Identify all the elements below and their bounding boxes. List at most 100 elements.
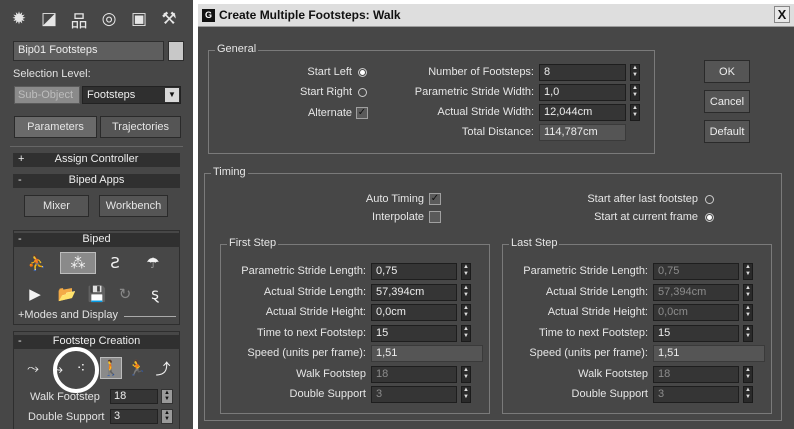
figure-mode-icon[interactable]: ⛹ — [24, 252, 50, 274]
motion-flow-icon[interactable]: Ƨ — [102, 252, 128, 274]
workbench-button[interactable]: Workbench — [99, 195, 168, 217]
first-step-row-spinner[interactable]: ▲ ▼ — [461, 283, 471, 301]
first-step-row-spinner[interactable]: ▲ ▼ — [461, 324, 471, 342]
first-step-row-value[interactable]: 0,75 — [371, 263, 457, 280]
trajectories-tab[interactable]: Trajectories — [100, 116, 181, 138]
footstep-mode-icon[interactable]: ⁂ — [60, 252, 96, 274]
start-at-current-radio[interactable] — [705, 213, 714, 222]
first-step-row-spinner[interactable]: ▲ ▼ — [461, 365, 471, 383]
first-step-row-label: Actual Stride Length: — [263, 285, 366, 298]
display-tab-icon[interactable]: ▣ — [128, 8, 150, 30]
last-step-row-value[interactable]: 0,0cm — [653, 304, 739, 321]
rollout-title: Footstep Creation — [52, 335, 141, 347]
actual-stride-width-field[interactable]: 12,044cm — [539, 104, 626, 121]
first-step-row-value[interactable]: 0,0cm — [371, 304, 457, 321]
mixer-mode-icon[interactable]: ☂ — [140, 252, 166, 274]
last-step-row-spinner[interactable]: ▲ ▼ — [743, 304, 753, 321]
param-stride-width-spinner[interactable]: ▲ ▼ — [630, 84, 640, 101]
sub-object-button[interactable]: Sub-Object — [14, 86, 80, 104]
first-step-row-spinner[interactable]: ▲ ▼ — [461, 386, 471, 403]
start-right-radio[interactable] — [358, 88, 367, 97]
first-step-row-value[interactable]: 18 — [371, 365, 457, 383]
rollout-title: Biped Apps — [68, 174, 125, 186]
save-file-icon[interactable]: 💾 — [84, 283, 110, 305]
walk-footstep-field[interactable]: 18 — [110, 389, 158, 404]
biped-rollout[interactable]: - Biped — [13, 233, 180, 247]
dialog-titlebar[interactable]: G Create Multiple Footsteps: Walk X — [198, 4, 794, 27]
first-step-row-label: Speed (units per frame): — [247, 347, 366, 359]
param-stride-width-field[interactable]: 1,0 — [539, 84, 626, 101]
param-stride-width-label: Parametric Stride Width: — [414, 86, 534, 98]
modify-tab-icon[interactable]: ◪ — [38, 8, 60, 30]
app-logo-icon: G — [202, 9, 215, 22]
motion-tab-icon[interactable]: ◎ — [98, 8, 120, 30]
dialog-title: Create Multiple Footsteps: Walk — [219, 8, 401, 22]
start-after-last-radio[interactable] — [705, 195, 714, 204]
last-step-row-value: 1,51 — [653, 345, 765, 362]
last-step-group-title: Last Step — [509, 237, 560, 249]
double-support-label: Double Support — [28, 411, 105, 423]
first-step-row-value[interactable]: 57,394cm — [371, 283, 457, 301]
footstep-creation-rollout[interactable]: - Footstep Creation — [13, 335, 180, 349]
mixer-button[interactable]: Mixer — [24, 195, 89, 217]
last-step-row-spinner[interactable]: ▲ ▼ — [743, 283, 753, 301]
highlight-circle — [53, 347, 99, 393]
first-step-row-value[interactable]: 15 — [371, 324, 457, 342]
walk-gait-icon[interactable]: 🚶 — [100, 357, 122, 379]
first-step-row-spinner[interactable]: ▲ ▼ — [461, 263, 471, 280]
alternate-checkbox[interactable]: ✓ — [356, 107, 368, 119]
first-step-row-label: Double Support — [289, 388, 366, 400]
general-group-title: General — [215, 43, 259, 55]
run-gait-icon[interactable]: 🏃 — [124, 357, 150, 379]
convert-icon[interactable]: ↻ — [112, 283, 138, 305]
start-left-label: Start Left — [307, 66, 352, 78]
last-step-row-label: Walk Footstep — [578, 367, 648, 380]
double-support-spinner[interactable]: ▲ ▼ — [161, 409, 173, 424]
actual-stride-width-spinner[interactable]: ▲ ▼ — [630, 104, 640, 121]
create-footsteps-append-icon[interactable]: ⤳ — [20, 357, 46, 379]
sub-object-select-value: Footsteps — [87, 89, 136, 101]
hierarchy-tab-icon[interactable]: 品 — [68, 8, 90, 32]
last-step-row-spinner[interactable]: ▲ ▼ — [743, 386, 753, 403]
last-step-row-spinner[interactable]: ▲ ▼ — [743, 365, 753, 383]
assign-controller-rollout[interactable]: + Assign Controller — [13, 153, 180, 167]
last-step-row-label: Time to next Footstep: — [538, 326, 648, 339]
object-color-swatch[interactable] — [168, 41, 184, 61]
first-step-row-label: Actual Stride Height: — [265, 306, 366, 318]
last-step-row-value[interactable]: 15 — [653, 324, 739, 342]
create-multiple-footsteps-dialog: G Create Multiple Footsteps: Walk X Gene… — [198, 4, 794, 429]
last-step-row-spinner[interactable]: ▲ ▼ — [743, 263, 753, 280]
last-step-row-value[interactable]: 0,75 — [653, 263, 739, 280]
parameters-tab[interactable]: Parameters — [14, 116, 97, 138]
open-file-icon[interactable]: 📂 — [54, 283, 80, 305]
last-step-row-label: Double Support — [571, 388, 648, 400]
close-icon[interactable]: X — [774, 6, 790, 23]
divider — [10, 146, 183, 147]
cancel-button[interactable]: Cancel — [704, 90, 750, 113]
num-footsteps-spinner[interactable]: ▲ ▼ — [630, 64, 640, 81]
last-step-row-value[interactable]: 57,394cm — [653, 283, 739, 301]
num-footsteps-field[interactable]: 8 — [539, 64, 626, 81]
play-biped-icon[interactable]: ▶ — [22, 283, 48, 305]
last-step-row-spinner[interactable]: ▲ ▼ — [743, 324, 753, 342]
chevron-down-icon[interactable]: ▼ — [165, 88, 179, 102]
jump-gait-icon[interactable]: ⤴ — [150, 357, 176, 379]
move-all-mode-icon[interactable]: ȿ — [142, 283, 168, 305]
first-step-row-spinner[interactable]: ▲ ▼ — [461, 304, 471, 321]
start-left-radio[interactable] — [358, 68, 367, 77]
utilities-tab-icon[interactable]: ⚒ — [158, 8, 180, 30]
biped-apps-rollout[interactable]: - Biped Apps — [13, 174, 180, 188]
object-name-field[interactable]: Bip01 Footsteps — [13, 41, 164, 61]
create-tab-icon[interactable]: ✹ — [8, 8, 30, 30]
first-step-row-value[interactable]: 3 — [371, 386, 457, 403]
double-support-field[interactable]: 3 — [110, 409, 158, 424]
interpolate-checkbox[interactable] — [429, 211, 441, 223]
last-step-row-value[interactable]: 18 — [653, 365, 739, 383]
modes-and-display-toggle[interactable]: +Modes and Display — [18, 309, 118, 321]
walk-footstep-spinner[interactable]: ▲ ▼ — [161, 389, 173, 404]
default-button[interactable]: Default — [704, 120, 750, 143]
auto-timing-checkbox[interactable]: ✓ — [429, 193, 441, 205]
last-step-row-value[interactable]: 3 — [653, 386, 739, 403]
ok-button[interactable]: OK — [704, 60, 750, 83]
sub-object-select[interactable]: Footsteps ▼ — [82, 86, 181, 104]
